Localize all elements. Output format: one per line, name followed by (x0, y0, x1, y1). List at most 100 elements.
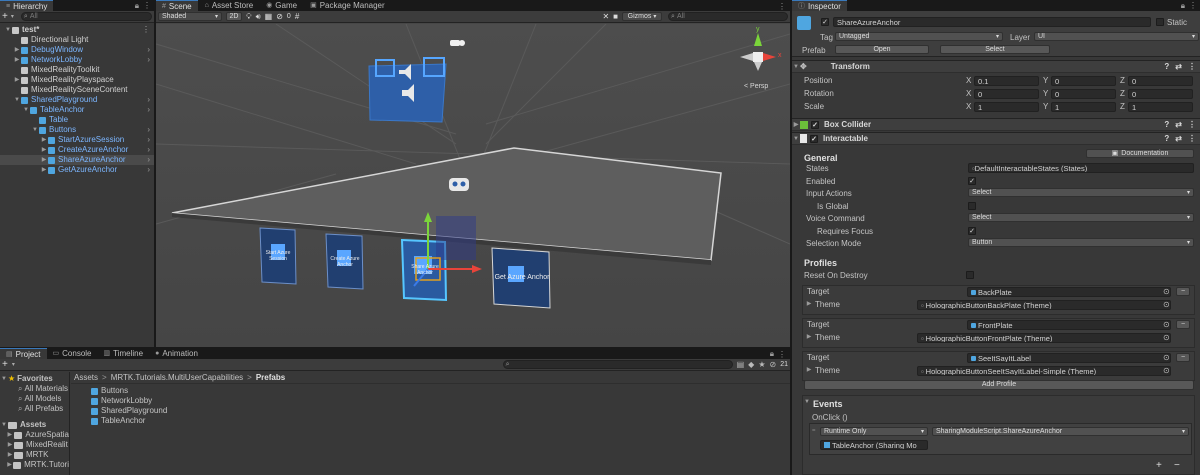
star-icon[interactable]: ★ (758, 360, 765, 369)
tag-dropdown[interactable]: Untagged ▾ (835, 32, 1003, 41)
chevron-right-icon[interactable]: › (147, 145, 150, 155)
profile-target-field[interactable]: FrontPlate (967, 320, 1171, 330)
favorites-header[interactable]: ▼ ★ Favorites (0, 374, 69, 384)
object-name-field[interactable]: ShareAzureAnchor (833, 17, 1151, 27)
chevron-icon[interactable]: ▶ (13, 55, 21, 65)
input-actions-dropdown[interactable]: Select ▾ (968, 188, 1194, 197)
gizmos-dropdown[interactable]: Gizmos ▾ (622, 12, 662, 21)
hidden-objects-icon[interactable]: ⊘ (276, 12, 283, 21)
event-object-field[interactable]: TableAnchor (Sharing Mo (820, 440, 928, 450)
mode-2d-button[interactable]: 2D (226, 12, 242, 21)
assets-folder-item[interactable]: ▶ MRTK.Tutori (0, 460, 69, 470)
chevron-right-icon[interactable]: ▶ (6, 450, 14, 460)
grid-icon[interactable]: # (295, 12, 299, 21)
transform-y-field[interactable]: 0 (1051, 89, 1116, 99)
hierarchy-item[interactable]: ▶ CreateAzureAnchor › (0, 145, 154, 155)
project-search-input[interactable] (502, 360, 733, 369)
hierarchy-item[interactable]: MixedRealitySceneContent (0, 85, 154, 95)
requires-focus-checkbox[interactable]: ✓ (968, 227, 976, 235)
hierarchy-item[interactable]: ▶ ShareAzureAnchor › (0, 155, 154, 165)
hierarchy-item[interactable]: ▶ GetAzureAnchor › (0, 165, 154, 175)
remove-profile-button[interactable]: − (1176, 287, 1190, 296)
more-icon[interactable]: ⋮ (1188, 134, 1196, 143)
more-icon[interactable]: ⋮ (1189, 1, 1197, 11)
hierarchy-item[interactable]: ▶ MixedRealityPlayspace (0, 75, 154, 85)
layer-dropdown[interactable]: UI ▾ (1034, 32, 1199, 41)
assets-folder-item[interactable]: ▶ AzureSpatia (0, 430, 69, 440)
documentation-button[interactable]: ▣ Documentation (1086, 149, 1194, 158)
interactable-header[interactable]: ▼ ✓ Interactable ? ⇄ ⋮ (792, 132, 1200, 145)
hierarchy-search-input[interactable]: All (20, 12, 152, 21)
transform-z-field[interactable]: 0 (1128, 76, 1193, 86)
add-icon[interactable]: + (2, 12, 8, 22)
more-icon[interactable]: ⋮ (778, 2, 786, 11)
voice-command-dropdown[interactable]: Select ▾ (968, 213, 1194, 222)
lock-icon[interactable]: 🔒︎ (135, 1, 139, 11)
transform-z-field[interactable]: 1 (1128, 102, 1193, 112)
effects-icon[interactable]: ▦ (265, 12, 273, 21)
chevron-icon[interactable]: ▼ (13, 95, 21, 105)
chevron-down-icon[interactable]: ▾ (11, 13, 14, 20)
hierarchy-item[interactable]: ▼ TableAnchor › (0, 105, 154, 115)
chevron-right-icon[interactable]: ▶ (6, 440, 14, 450)
chevron-icon[interactable]: ▼ (31, 125, 39, 135)
profile-theme-field[interactable]: ▫ HolographicButtonSeeItSayItLabel-Simple… (917, 366, 1171, 376)
hierarchy-item[interactable]: Table (0, 115, 154, 125)
chevron-right-icon[interactable]: › (147, 95, 150, 105)
chevron-right-icon[interactable]: › (147, 135, 150, 145)
tab-asset-store[interactable]: ⌂ Asset Store (199, 0, 260, 11)
favorites-item[interactable]: ⌕ All Models (0, 394, 69, 404)
chevron-icon[interactable]: ▶ (13, 75, 21, 85)
tab-console[interactable]: ▭ Console (47, 348, 98, 359)
profile-theme-field[interactable]: ▫ HolographicButtonBackPlate (Theme) (917, 300, 1171, 310)
method-dropdown[interactable]: SharingModuleScript.ShareAzureAnchor ▾ (932, 427, 1189, 436)
tab-scene[interactable]: # Scene (156, 0, 198, 11)
audio-icon[interactable]: 🔊︎ (256, 12, 261, 22)
remove-profile-button[interactable]: − (1176, 320, 1190, 329)
tab-project[interactable]: ▤ Project (0, 348, 47, 359)
hierarchy-item[interactable]: ▶ DebugWindow › (0, 45, 154, 55)
object-picker-icon[interactable]: ⊙ (1163, 333, 1170, 342)
profile-target-field[interactable]: SeeItSayItLabel (967, 353, 1171, 363)
chevron-right-icon[interactable]: ▶ (805, 333, 813, 340)
tab-inspector[interactable]: ⓘ Inspector (792, 0, 847, 11)
chevron-right-icon[interactable]: › (147, 125, 150, 135)
transform-header[interactable]: ▼ ✥ Transform ? ⇄ ⋮ (792, 60, 1200, 73)
persp-label[interactable]: < Persp (744, 83, 768, 90)
chevron-icon[interactable]: ▶ (40, 135, 48, 145)
chevron-icon[interactable]: ▶ (40, 165, 48, 175)
scene-viewport[interactable]: y x < Persp Start Azure Session Create A… (156, 24, 790, 347)
breadcrumb-item[interactable]: Prefabs (256, 373, 285, 383)
help-icon[interactable]: ? (1164, 62, 1169, 71)
more-icon[interactable]: ⋮ (142, 25, 150, 35)
hierarchy-item[interactable]: ▼ SharedPlayground › (0, 95, 154, 105)
object-picker-icon[interactable]: ⊙ (1163, 320, 1170, 329)
chevron-down-icon[interactable]: ▼ (803, 399, 811, 405)
chevron-icon[interactable]: ▶ (40, 155, 48, 165)
hierarchy-item[interactable]: ▶ NetworkLobby › (0, 55, 154, 65)
tab-animation[interactable]: ● Animation (149, 348, 204, 359)
chevron-right-icon[interactable]: › (147, 55, 150, 65)
file-item[interactable]: SharedPlayground (91, 406, 790, 416)
profile-theme-field[interactable]: ▫ HolographicButtonFrontPlate (Theme) (917, 333, 1171, 343)
tab-game[interactable]: ◉ Game (260, 0, 303, 11)
transform-z-field[interactable]: 0 (1128, 89, 1193, 99)
drag-handle-icon[interactable]: = (812, 428, 816, 434)
chevron-icon[interactable]: ▶ (13, 45, 21, 55)
profile-target-field[interactable]: BackPlate (967, 287, 1171, 297)
tab-timeline[interactable]: ▥ Timeline (98, 348, 150, 359)
transform-y-field[interactable]: 1 (1051, 102, 1116, 112)
transform-x-field[interactable]: 0 (974, 89, 1039, 99)
chevron-icon[interactable]: ▼ (22, 105, 30, 115)
box-collider-header[interactable]: ▶ ✓ Box Collider ? ⇄ ⋮ (792, 118, 1200, 131)
chevron-right-icon[interactable]: ▶ (6, 430, 14, 440)
runtime-dropdown[interactable]: Runtime Only ▾ (820, 427, 928, 436)
preset-icon[interactable]: ⇄ (1175, 134, 1182, 143)
hierarchy-item[interactable]: Directional Light (0, 35, 154, 45)
more-icon[interactable]: ⋮ (143, 1, 151, 11)
chevron-right-icon[interactable]: › (147, 105, 150, 115)
hidden-packages-icon[interactable]: ⊘ (770, 360, 777, 369)
scene-search-input[interactable]: All (668, 12, 788, 21)
more-icon[interactable]: ⋮ (1188, 120, 1196, 129)
preset-icon[interactable]: ⇄ (1175, 62, 1182, 71)
